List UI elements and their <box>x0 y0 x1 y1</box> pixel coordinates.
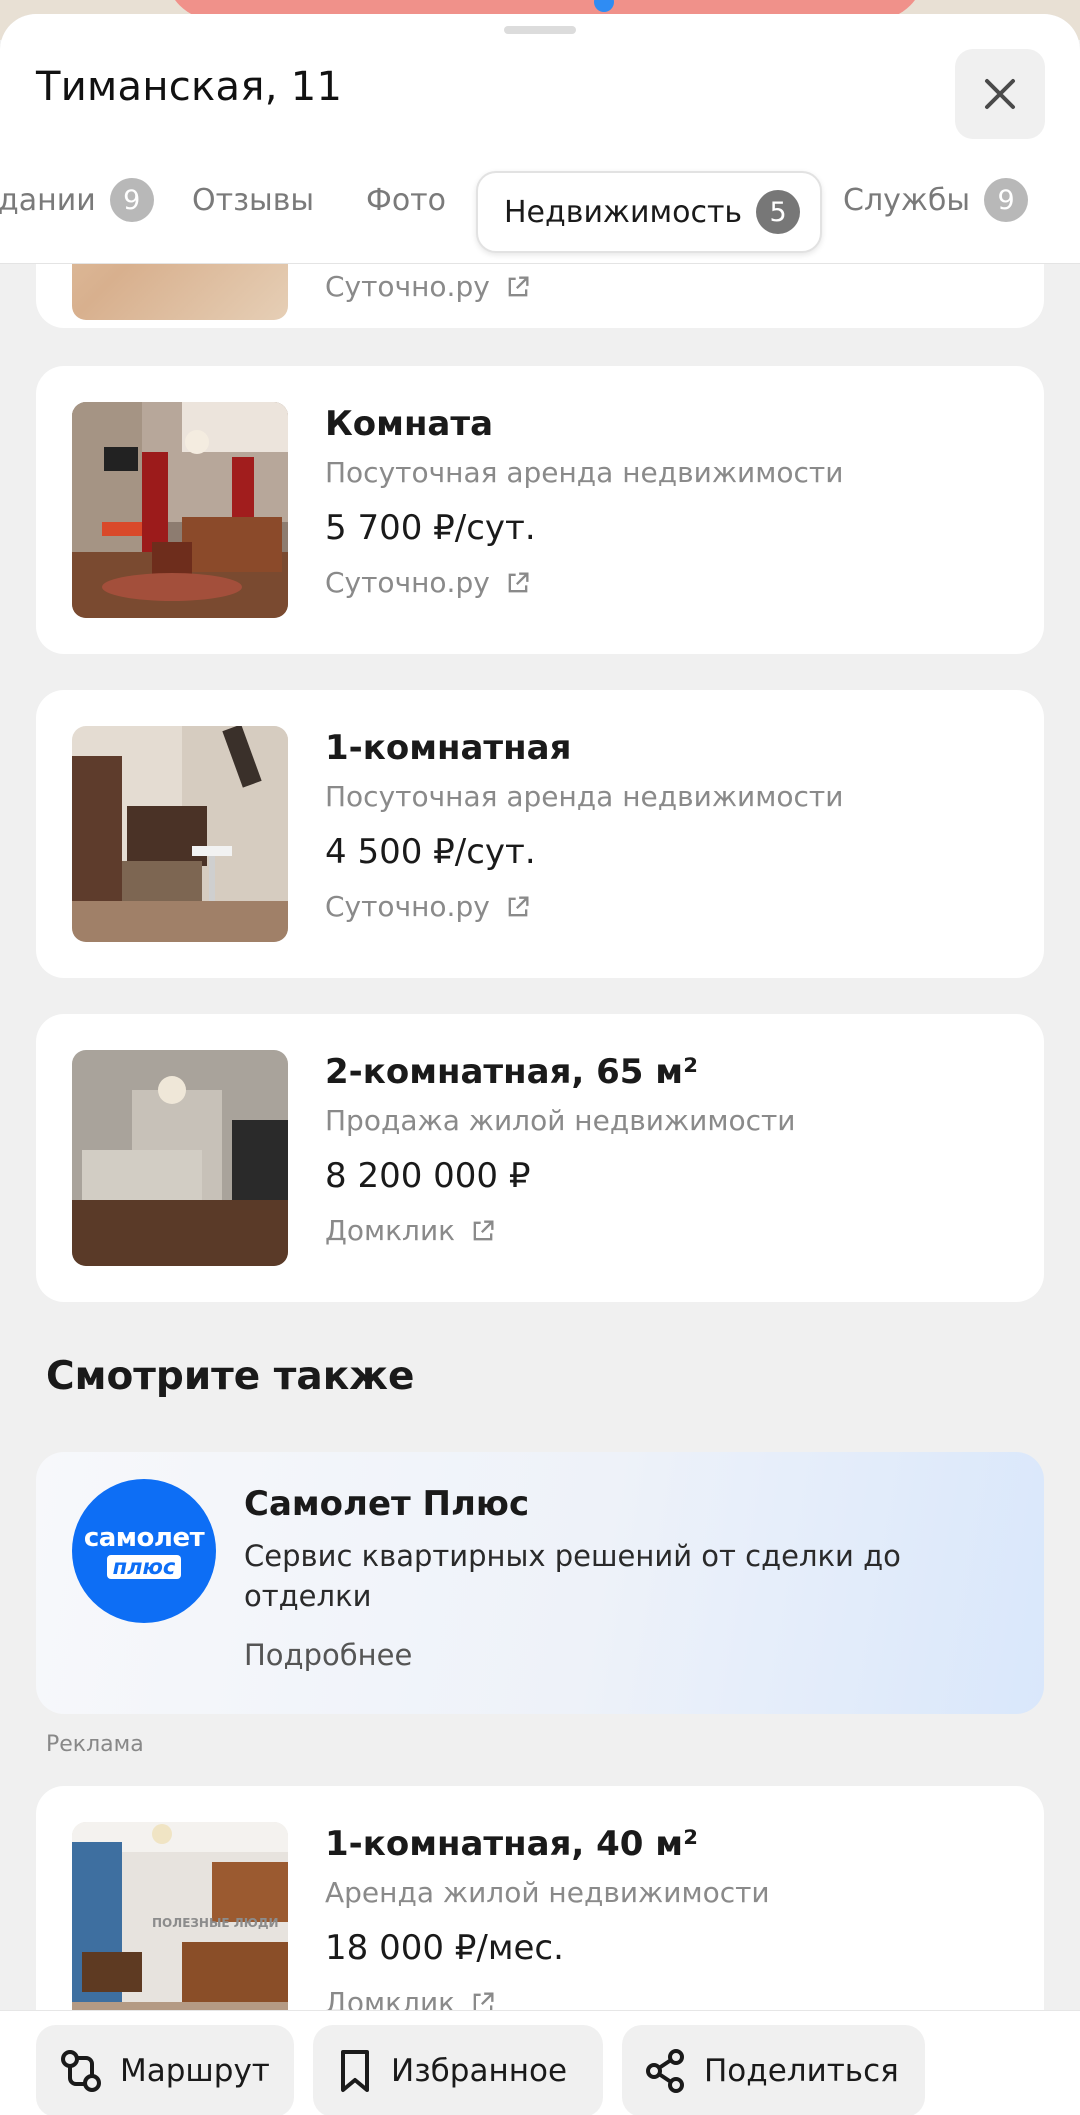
listing-card[interactable]: 2-комнатная, 65 м² Продажа жилой недвижи… <box>36 1014 1044 1302</box>
listing-title: 2-комнатная, 65 м² <box>325 1052 698 1092</box>
external-link-icon <box>508 572 529 593</box>
close-icon <box>985 79 1015 109</box>
listing-title: 1-комнатная, 40 м² <box>325 1824 698 1864</box>
favorite-label: Избранное <box>391 2053 568 2089</box>
tab-services[interactable]: Службы 9 <box>843 168 1029 232</box>
ad-card[interactable]: самолет плюс Самолет Плюс Сервис квартир… <box>36 1452 1044 1714</box>
ad-more-link[interactable]: Подробнее <box>244 1638 412 1672</box>
ad-description: Сервис квартирных решений от сделки до о… <box>244 1539 901 1613</box>
listing-type: Аренда жилой недвижимости <box>325 1876 770 1909</box>
route-icon <box>61 2050 101 2092</box>
route-label: Маршрут <box>120 2053 270 2089</box>
photo-watermark: ПОЛЕЗНЫЕ ЛЮДИ <box>152 1916 279 1930</box>
tab-count-badge: 9 <box>109 178 154 222</box>
listing-source[interactable]: Суточно.ру <box>325 888 1025 926</box>
tab-label: дании <box>0 182 96 218</box>
tab-reviews[interactable]: Отзывы <box>192 168 314 232</box>
favorite-button[interactable]: Избранное <box>313 2025 603 2115</box>
ad-label: Реклама <box>46 1732 144 1757</box>
tab-label: Отзывы <box>192 182 315 218</box>
samolet-plus-logo: самолет плюс <box>72 1479 216 1623</box>
listing-price: 5 700 ₽/сут. <box>325 508 536 548</box>
tab-count-badge: 5 <box>756 190 801 234</box>
tab-photos[interactable]: Фото <box>366 168 446 232</box>
tab-bar: дании 9 Отзывы Фото Недвижимость 5 Служб… <box>0 156 1080 253</box>
listing-title: Комната <box>325 404 494 444</box>
share-icon <box>646 2049 684 2093</box>
listing-source-label: Суточно.ру <box>325 890 490 923</box>
logo-word-1: самолет <box>83 1523 205 1553</box>
share-button[interactable]: Поделиться <box>622 2025 925 2115</box>
external-link-icon <box>508 896 529 917</box>
listing-source-label: Суточно.ру <box>325 566 490 599</box>
place-sheet: Суточно.ру Комната Посуточная аренда нед… <box>0 14 1080 2115</box>
see-also-heading: Смотрите также <box>46 1354 415 1399</box>
tab-label: Службы <box>843 182 971 218</box>
listing-source-label: Домклик <box>325 1214 456 1247</box>
tab-label: Фото <box>366 182 447 218</box>
listing-source-label: Суточно.ру <box>325 270 490 303</box>
listing-price: 4 500 ₽/сут. <box>325 832 536 872</box>
listing-photo: ПОЛЕЗНЫЕ ЛЮДИ <box>72 1822 288 2038</box>
logo-word-2: плюс <box>106 1555 182 1579</box>
tab-in-building[interactable]: дании 9 <box>0 168 154 232</box>
external-link-icon <box>508 276 529 297</box>
listing-price: 18 000 ₽/мес. <box>325 1928 564 1968</box>
external-link-icon <box>473 1220 494 1241</box>
route-button[interactable]: Маршрут <box>36 2025 294 2115</box>
listing-type: Посуточная аренда недвижимости <box>325 456 844 489</box>
tab-count-badge: 9 <box>984 178 1029 222</box>
listing-photo <box>72 726 288 942</box>
listing-source[interactable]: Суточно.ру <box>325 564 1025 602</box>
place-title: Тиманская, 11 <box>36 64 343 110</box>
share-label: Поделиться <box>704 2053 899 2089</box>
listing-card[interactable]: Комната Посуточная аренда недвижимости 5… <box>36 366 1044 654</box>
listing-price: 8 200 000 ₽ <box>325 1156 531 1196</box>
ad-title: Самолет Плюс <box>244 1484 530 1524</box>
listing-card[interactable]: 1-комнатная Посуточная аренда недвижимос… <box>36 690 1044 978</box>
listing-photo <box>72 1050 288 1266</box>
bookmark-icon <box>341 2050 369 2092</box>
listing-type: Посуточная аренда недвижимости <box>325 780 844 813</box>
tab-label: Недвижимость <box>504 194 743 230</box>
listing-source[interactable]: Суточно.ру <box>325 268 1025 306</box>
listing-type: Продажа жилой недвижимости <box>325 1104 796 1137</box>
sheet-header: Тиманская, 11 дании 9 Отзывы Фото Недвиж… <box>0 14 1080 264</box>
listing-photo <box>72 402 288 618</box>
listing-title: 1-комнатная <box>325 728 572 768</box>
tab-real-estate[interactable]: Недвижимость 5 <box>476 171 823 253</box>
close-button[interactable] <box>955 49 1045 139</box>
listing-source[interactable]: Домклик <box>325 1212 1025 1250</box>
sheet-grabber[interactable] <box>504 26 576 34</box>
action-bar: Маршрут Избранное Поделиться <box>0 2010 1080 2115</box>
